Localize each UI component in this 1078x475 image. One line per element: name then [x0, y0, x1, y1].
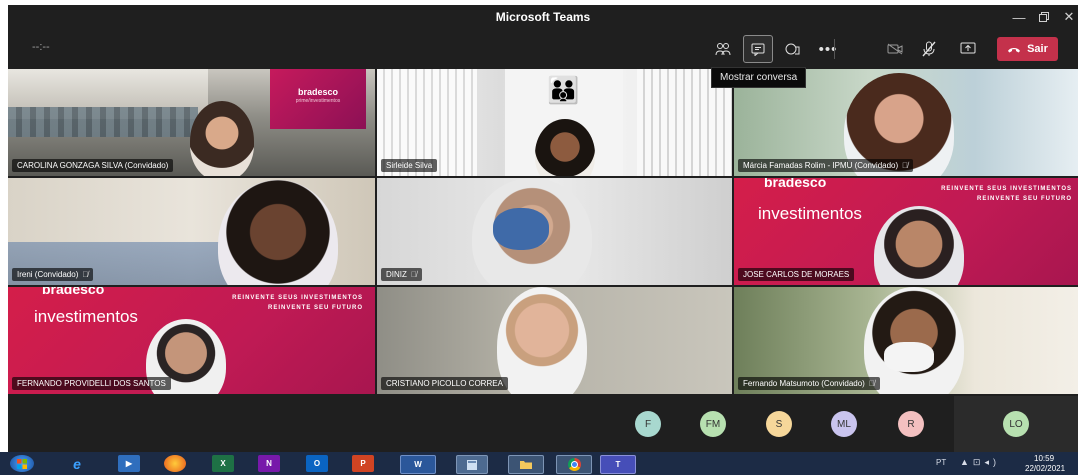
volume-icon[interactable]: ◂) [984, 457, 1000, 467]
brand-subtitle: prime/investimentos [295, 98, 341, 104]
self-preview[interactable]: LO [954, 396, 1078, 452]
participant-name-tag: JOSE CARLOS DE MORAES [738, 268, 855, 281]
video-tile[interactable]: DINIZ 🎙̸ [377, 178, 732, 285]
show-conversation-button[interactable] [743, 35, 773, 63]
mic-off-icon: 🎙̸ [868, 379, 875, 388]
participant-avatar[interactable]: S [766, 411, 792, 437]
participants-button[interactable] [708, 35, 738, 63]
windows-start-icon[interactable] [10, 455, 34, 472]
calculator-icon[interactable] [456, 455, 488, 474]
teams-icon[interactable]: T [600, 455, 636, 474]
brand-logo: bradesco [42, 287, 105, 297]
video-tile[interactable]: CRISTIANO PICOLLO CORREA [377, 287, 732, 394]
participant-avatar[interactable]: ML [831, 411, 857, 437]
video-tile[interactable]: Fernando Matsumoto (Convidado) 🎙̸ [734, 287, 1078, 394]
toolbar-divider [834, 39, 835, 59]
system-tray[interactable]: ▲⊡◂) [960, 457, 1000, 468]
leave-button[interactable]: Sair [997, 37, 1058, 61]
participant-name-tag: CRISTIANO PICOLLO CORREA [381, 377, 508, 390]
outlook-icon[interactable]: O [306, 455, 328, 472]
brand-logo: bradesco [764, 178, 827, 190]
firefox-icon[interactable] [164, 455, 186, 472]
participant-strip: F FM S ML R LO [8, 396, 1078, 452]
video-tile[interactable]: Ireni (Convidado) 🎙̸ [8, 178, 375, 285]
leave-label: Sair [1027, 43, 1048, 55]
teams-window: Microsoft Teams — ✕ --:-- ••• Sair Mostr… [8, 5, 1078, 452]
brand-subtitle: investimentos [758, 204, 862, 223]
onenote-icon[interactable]: N [258, 455, 280, 472]
brand-logo: bradesco [297, 87, 339, 97]
hang-up-icon [1008, 48, 1021, 53]
tagline: REINVENTE SEU FUTURO [267, 305, 363, 311]
participant-avatar[interactable]: R [898, 411, 924, 437]
more-actions-button[interactable]: ••• [813, 35, 843, 63]
mic-off-icon: 🎙̸ [82, 270, 89, 279]
microphone-toggle[interactable] [914, 35, 944, 63]
window-title: Microsoft Teams [495, 10, 591, 24]
word-icon[interactable]: W [400, 455, 436, 474]
participant-name-tag: Ireni (Convidado) 🎙̸ [12, 268, 94, 281]
media-player-icon[interactable]: ▶ [118, 455, 140, 472]
clock-time[interactable]: 10:59 [1034, 454, 1054, 463]
tagline: REINVENTE SEUS INVESTIMENTOS [232, 295, 363, 301]
video-tile[interactable]: bradesco prime/investimentos CAROLINA GO… [8, 69, 375, 176]
network-icon[interactable]: ⊡ [973, 457, 985, 467]
taskbar: e ▶ X N O P W T PT ▲⊡◂) 10:59 22/02/2021 [0, 452, 1078, 475]
excel-icon[interactable]: X [212, 455, 234, 472]
video-tile[interactable]: bradesco investimentos REINVENTE SEUS IN… [8, 287, 375, 394]
tagline: REINVENTE SEUS INVESTIMENTOS [941, 186, 1072, 192]
camera-off-icon [887, 43, 903, 55]
file-explorer-icon[interactable] [508, 455, 544, 474]
participant-name-tag: Fernando Matsumoto (Convidado) 🎙̸ [738, 377, 880, 390]
powerpoint-icon[interactable]: P [352, 455, 374, 472]
reaction-hand-icon [785, 43, 800, 55]
participant-avatar[interactable]: F [635, 411, 661, 437]
camera-toggle[interactable] [880, 35, 910, 63]
close-icon[interactable]: ✕ [1054, 5, 1078, 29]
participant-name-tag: CAROLINA GONZAGA SILVA (Convidado) [12, 159, 174, 172]
meeting-toolbar: --:-- ••• Sair [8, 29, 1078, 69]
self-avatar: LO [1003, 411, 1029, 437]
mic-off-icon: 🎙̸ [902, 161, 909, 170]
mic-off-icon: 🎙̸ [410, 270, 417, 279]
participant-name-tag: FERNANDO PROVIDELLI DOS SANTOS [12, 377, 171, 390]
chrome-icon[interactable] [556, 455, 592, 474]
video-tile[interactable]: bradesco investimentos REINVENTE SEUS IN… [734, 178, 1078, 285]
title-bar: Microsoft Teams — ✕ [8, 5, 1078, 29]
participant-name-tag: DINIZ 🎙̸ [381, 268, 422, 281]
chat-icon [751, 43, 765, 56]
clock-date[interactable]: 22/02/2021 [1025, 464, 1065, 473]
people-icon [715, 43, 731, 56]
brand-subtitle: investimentos [34, 307, 138, 326]
participant-avatar[interactable]: FM [700, 411, 726, 437]
participant-name-tag: Sirleide Silva [381, 159, 438, 172]
share-screen-icon [960, 42, 976, 54]
mic-off-icon [922, 41, 936, 57]
show-conversation-tooltip: Mostrar conversa [711, 67, 807, 88]
edge-icon[interactable]: e [66, 455, 88, 472]
show-hidden-icons-icon[interactable]: ▲ [960, 457, 973, 467]
tagline: REINVENTE SEU FUTURO [976, 196, 1072, 202]
input-language[interactable]: PT [936, 458, 946, 467]
reactions-button[interactable] [778, 35, 808, 63]
share-button[interactable] [953, 35, 983, 63]
call-timer: --:-- [32, 41, 50, 53]
video-tile[interactable]: 👪 Sirleide Silva [377, 69, 732, 176]
participant-name-tag: Márcia Famadas Rolim - IPMU (Convidado) 🎙… [738, 159, 914, 172]
